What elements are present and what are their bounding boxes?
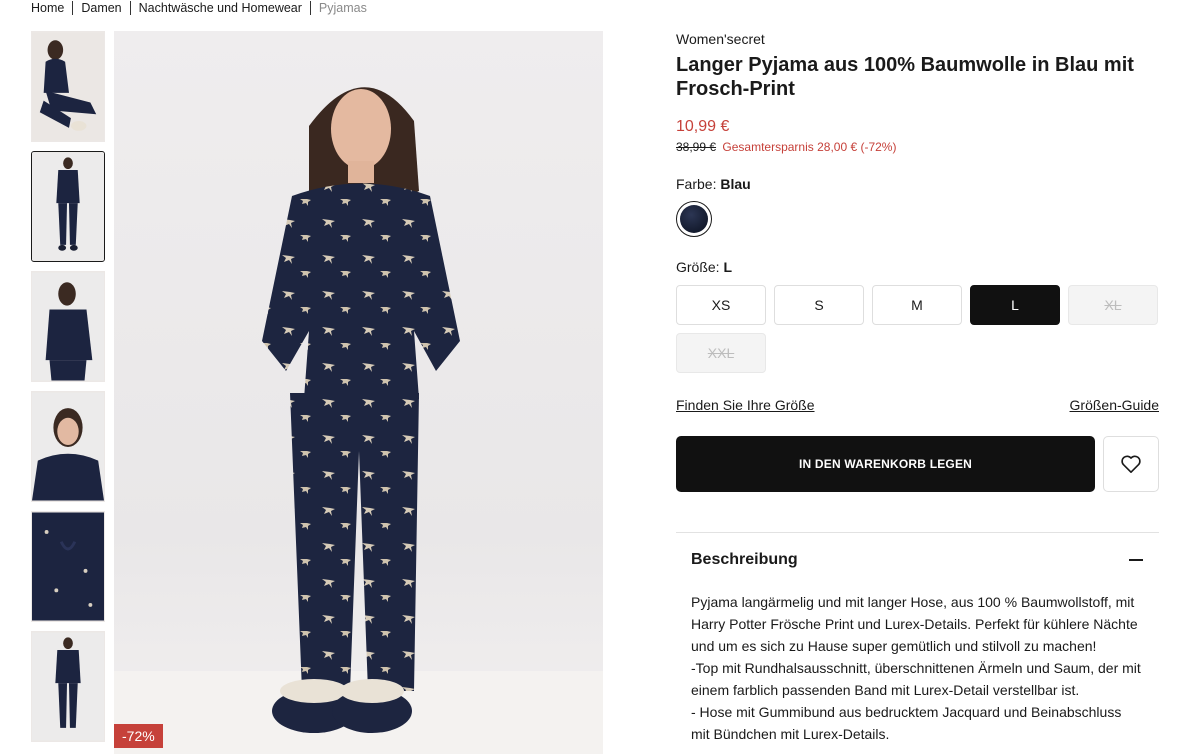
size-links-row: Finden Sie Ihre Größe Größen-Guide xyxy=(676,397,1159,413)
size-option-s[interactable]: S xyxy=(774,285,864,325)
thumbnail-image-detail xyxy=(32,512,104,621)
product-title: Langer Pyjama aus 100% Baumwolle in Blau… xyxy=(676,54,1134,100)
price-savings-row: 38,99 € Gesamtersparnis 28,00 € (-72%) xyxy=(676,140,1159,154)
description-paragraph: -Top mit Rundhalsausschnitt, überschnitt… xyxy=(691,660,1141,698)
breadcrumb-home[interactable]: Home xyxy=(31,1,72,15)
thumbnail-image-closeup xyxy=(32,392,104,501)
size-selector: XS S M L XL XXL xyxy=(676,285,1161,373)
breadcrumb-damen[interactable]: Damen xyxy=(72,1,129,15)
size-label-row: Größe: L xyxy=(676,259,1159,275)
original-price: 38,99 € xyxy=(676,140,717,154)
brand-name[interactable]: Women'secret xyxy=(676,31,1159,47)
thumbnail-image-side xyxy=(32,272,104,381)
discount-badge: -72% xyxy=(114,724,163,748)
breadcrumb-nachtwaesche[interactable]: Nachtwäsche und Homewear xyxy=(129,1,310,15)
cart-row: IN DEN WARENKORB LEGEN xyxy=(676,436,1159,492)
thumbnail-image-standing xyxy=(32,152,104,261)
wishlist-button[interactable] xyxy=(1103,436,1159,492)
size-label: Größe: xyxy=(676,259,720,275)
thumbnail-gallery xyxy=(31,31,107,751)
main-product-image[interactable]: -72% xyxy=(114,31,603,754)
thumbnail-4[interactable] xyxy=(31,391,105,502)
description-body: Pyjama langärmelig und mit langer Hose, … xyxy=(676,569,1159,745)
size-option-xl[interactable]: XL xyxy=(1068,285,1158,325)
color-label-row: Farbe: Blau xyxy=(676,176,1159,192)
description-paragraph: - Hose mit Gummibund aus bedrucktem Jacq… xyxy=(691,704,1122,742)
color-swatch-blau[interactable] xyxy=(676,201,712,237)
description-paragraph: Pyjama langärmelig und mit langer Hose, … xyxy=(691,594,1138,654)
breadcrumb: Home Damen Nachtwäsche und Homewear Pyja… xyxy=(31,0,375,16)
thumbnail-3[interactable] xyxy=(31,271,105,382)
color-label: Farbe: xyxy=(676,176,717,192)
size-guide-link[interactable]: Größen-Guide xyxy=(1070,397,1159,413)
heart-icon xyxy=(1121,455,1141,473)
thumbnail-2[interactable] xyxy=(31,151,105,262)
thumbnail-6[interactable] xyxy=(31,631,105,742)
product-photo xyxy=(114,87,603,754)
size-value: L xyxy=(723,259,733,275)
size-option-xs[interactable]: XS xyxy=(676,285,766,325)
color-swatch-fill xyxy=(680,205,708,233)
current-price: 10,99 € xyxy=(676,118,730,135)
color-value: Blau xyxy=(720,176,751,192)
thumbnail-image-sitting xyxy=(32,32,104,141)
collapse-minus-icon[interactable] xyxy=(1129,559,1143,561)
thumbnail-1[interactable] xyxy=(31,31,105,142)
size-option-m[interactable]: M xyxy=(872,285,962,325)
size-option-xxl[interactable]: XXL xyxy=(676,333,766,373)
breadcrumb-pyjamas: Pyjamas xyxy=(309,1,375,15)
savings-text: Gesamtersparnis 28,00 € (-72%) xyxy=(722,140,897,154)
thumbnail-5[interactable] xyxy=(31,511,105,622)
product-info-panel: Women'secret Langer Pyjama aus 100% Baum… xyxy=(676,31,1159,745)
find-size-link[interactable]: Finden Sie Ihre Größe xyxy=(676,397,815,413)
size-option-l[interactable]: L xyxy=(970,285,1060,325)
add-to-cart-button[interactable]: IN DEN WARENKORB LEGEN xyxy=(676,436,1095,492)
thumbnail-image-back xyxy=(32,632,104,741)
description-title: Beschreibung xyxy=(691,551,798,568)
description-accordion-header[interactable]: Beschreibung xyxy=(676,533,1159,569)
